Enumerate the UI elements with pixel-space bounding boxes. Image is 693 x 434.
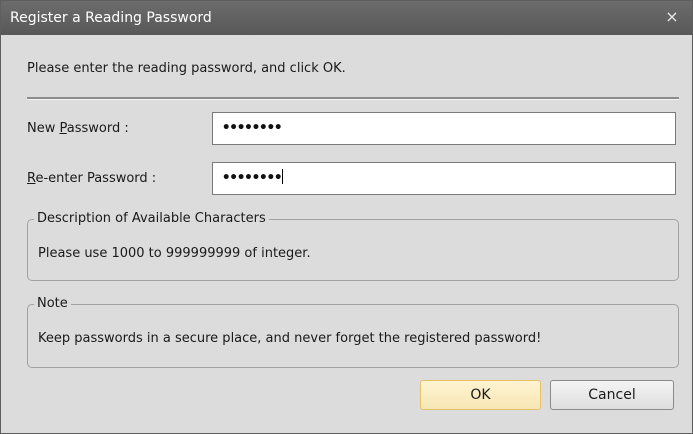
close-icon[interactable]: × bbox=[660, 6, 684, 28]
description-text: Please use 1000 to 999999999 of integer. bbox=[38, 246, 311, 261]
reenter-password-label: Re-enter Password : bbox=[27, 171, 157, 186]
title-bar[interactable]: Register a Reading Password × bbox=[1, 1, 692, 35]
text-caret bbox=[282, 169, 284, 184]
note-group: Note Keep passwords in a secure place, a… bbox=[27, 296, 679, 368]
dialog-title: Register a Reading Password bbox=[10, 10, 212, 26]
note-text: Keep passwords in a secure place, and ne… bbox=[38, 331, 542, 346]
separator-highlight bbox=[27, 99, 679, 100]
new-password-label: New Password : bbox=[27, 121, 129, 136]
reenter-password-field[interactable]: •••••••• bbox=[212, 162, 676, 195]
ok-button[interactable]: OK bbox=[420, 380, 541, 410]
description-group: Description of Available Characters Plea… bbox=[27, 211, 679, 281]
instruction-text: Please enter the reading password, and c… bbox=[27, 61, 346, 76]
description-legend: Description of Available Characters bbox=[34, 211, 269, 226]
new-password-value: •••••••• bbox=[222, 120, 282, 136]
note-legend: Note bbox=[34, 296, 71, 311]
new-password-field[interactable]: •••••••• bbox=[212, 112, 676, 145]
reenter-password-value: •••••••• bbox=[222, 170, 282, 186]
cancel-button[interactable]: Cancel bbox=[550, 380, 674, 410]
register-password-dialog: Register a Reading Password × Please ent… bbox=[0, 0, 693, 434]
